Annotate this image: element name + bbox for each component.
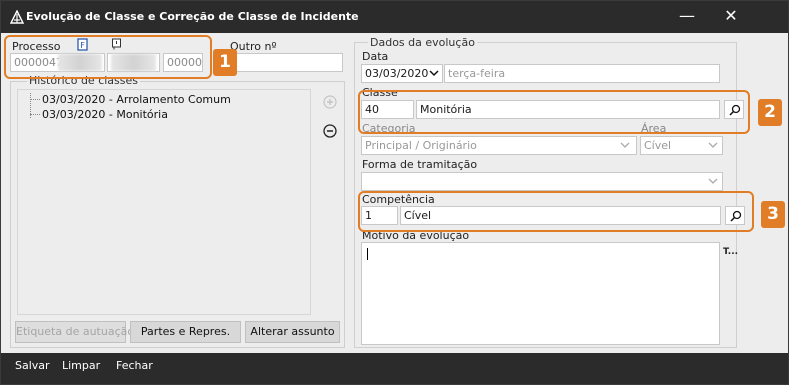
categoria-select[interactable]: Principal / Originário xyxy=(361,136,637,155)
weekday-field: terça-feira xyxy=(444,64,720,83)
fechar-button[interactable]: Fechar xyxy=(116,359,153,372)
tree-connector xyxy=(30,114,40,115)
evolucao-legend: Dados da evolução xyxy=(368,36,477,49)
forma-tramitacao-select[interactable] xyxy=(361,172,723,191)
tree-item[interactable]: 03/03/2020 - Monitória xyxy=(42,108,168,121)
categoria-value: Principal / Originário xyxy=(365,139,477,152)
app-logo-icon xyxy=(10,10,24,24)
data-label: Data xyxy=(362,50,389,63)
area-value: Cível xyxy=(644,139,672,152)
add-icon[interactable] xyxy=(323,95,337,109)
historico-tree[interactable]: 03/03/2020 - Arrolamento Comum 03/03/202… xyxy=(17,89,311,315)
close-button[interactable]: ✕ xyxy=(713,1,749,33)
footer-bar: Salvar Limpar Fechar xyxy=(1,353,788,384)
annotation-box-3 xyxy=(358,191,754,232)
weekday-value: terça-feira xyxy=(448,67,506,80)
outro-numero-field[interactable] xyxy=(228,53,343,72)
alterar-assunto-button[interactable]: Alterar assunto xyxy=(245,321,340,343)
tree-connector xyxy=(30,99,40,100)
window-title: Evolução de Classe e Correção de Classe … xyxy=(26,10,359,23)
annotation-badge-1: 1 xyxy=(213,49,237,76)
tree-item[interactable]: 03/03/2020 - Arrolamento Comum xyxy=(42,93,231,106)
title-bar: Evolução de Classe e Correção de Classe … xyxy=(1,1,788,33)
forma-tramitacao-label: Forma de tramitação xyxy=(362,158,478,171)
limpar-button[interactable]: Limpar xyxy=(62,359,100,372)
spellcheck-hint[interactable]: T... xyxy=(723,247,738,257)
chevron-down-icon xyxy=(708,142,718,148)
minimize-button[interactable]: — xyxy=(669,1,705,33)
motivo-textarea[interactable] xyxy=(361,242,720,345)
etiqueta-autuacao-button[interactable]: Etiqueta de autuação xyxy=(15,321,134,343)
annotation-box-1 xyxy=(4,35,212,79)
data-value: 03/03/2020 xyxy=(365,67,429,80)
chevron-down-icon xyxy=(620,142,630,148)
chevron-down-icon xyxy=(708,178,718,184)
text-caret xyxy=(367,248,368,260)
chevron-down-icon[interactable] xyxy=(429,69,439,77)
dialog-window: Evolução de Classe e Correção de Classe … xyxy=(0,0,789,385)
annotation-badge-2: 2 xyxy=(758,99,782,126)
remove-icon[interactable] xyxy=(323,124,337,138)
annotation-badge-3: 3 xyxy=(761,201,785,228)
partes-repres-button[interactable]: Partes e Repres. xyxy=(130,321,241,343)
salvar-button[interactable]: Salvar xyxy=(15,359,50,372)
annotation-box-2 xyxy=(358,90,750,134)
